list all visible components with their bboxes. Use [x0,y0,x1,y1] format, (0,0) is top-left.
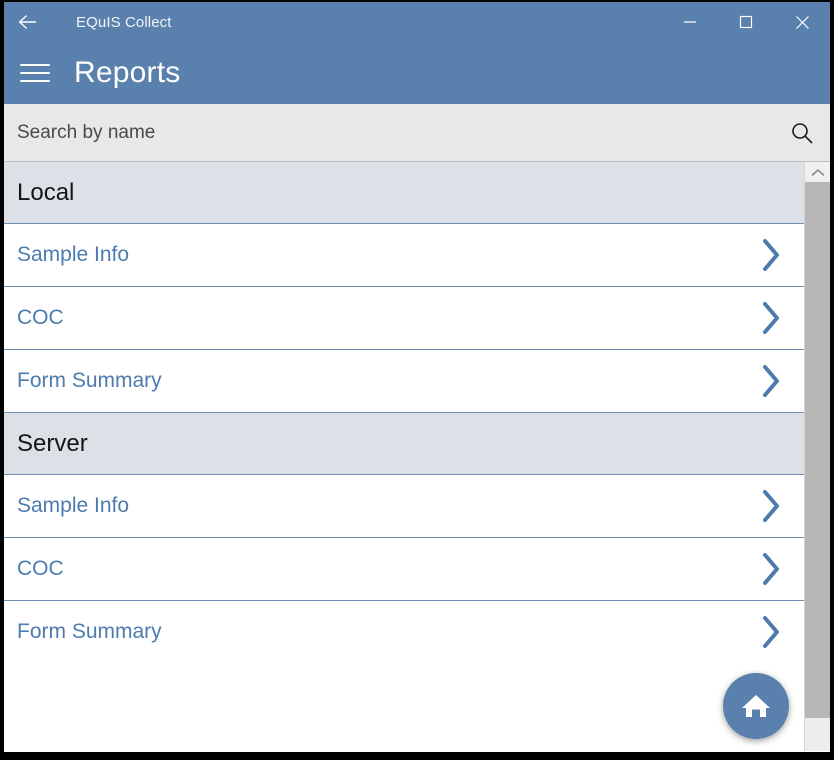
section-header-label: Local [17,179,74,207]
close-icon [795,15,810,30]
search-button[interactable] [774,104,830,162]
minimize-icon [683,15,697,29]
application-window: EQuIS Collect [0,0,834,760]
chevron-right-icon [760,552,782,586]
list-item[interactable]: Form Summary [4,601,804,664]
maximize-icon [739,15,753,29]
chevron-right-icon [760,364,782,398]
list-item[interactable]: COC [4,538,804,601]
hamburger-line [20,80,50,82]
reports-list: Local Sample Info COC Form Summary [4,162,804,751]
scroll-up-button[interactable] [805,162,830,182]
list-item-label: Sample Info [17,243,129,267]
list-item[interactable]: Sample Info [4,224,804,287]
search-bar [4,104,830,162]
reports-list-area: Local Sample Info COC Form Summary [4,162,830,751]
window-controls [662,2,830,42]
list-item[interactable]: Form Summary [4,350,804,413]
hamburger-line [20,64,50,66]
hamburger-line [20,72,50,74]
list-item-label: Form Summary [17,620,162,644]
back-arrow-icon [18,14,38,30]
window-content: EQuIS Collect [4,2,830,752]
scrollbar-thumb[interactable] [805,182,830,718]
list-item-label: Form Summary [17,369,162,393]
home-button[interactable] [723,673,789,739]
vertical-scrollbar[interactable] [804,162,830,751]
section-header-server: Server [4,413,804,475]
home-icon [739,689,773,723]
list-item[interactable]: COC [4,287,804,350]
title-bar: EQuIS Collect [4,2,830,42]
section-header-local: Local [4,162,804,224]
search-icon [790,121,814,145]
scrollbar-track[interactable] [805,718,830,751]
section-header-label: Server [17,430,88,458]
page-title: Reports [74,56,180,90]
back-button[interactable] [4,2,52,42]
chevron-right-icon [760,615,782,649]
maximize-button[interactable] [718,2,774,42]
chevron-up-icon [811,168,825,177]
close-button[interactable] [774,2,830,42]
window-title: EQuIS Collect [76,14,172,31]
chevron-right-icon [760,238,782,272]
minimize-button[interactable] [662,2,718,42]
search-input[interactable] [4,122,774,144]
app-bar: Reports [4,42,830,104]
list-item[interactable]: Sample Info [4,475,804,538]
list-item-label: Sample Info [17,494,129,518]
hamburger-menu-icon[interactable] [4,42,66,104]
list-item-label: COC [17,306,64,330]
list-item-label: COC [17,557,64,581]
chevron-right-icon [760,301,782,335]
chevron-right-icon [760,489,782,523]
